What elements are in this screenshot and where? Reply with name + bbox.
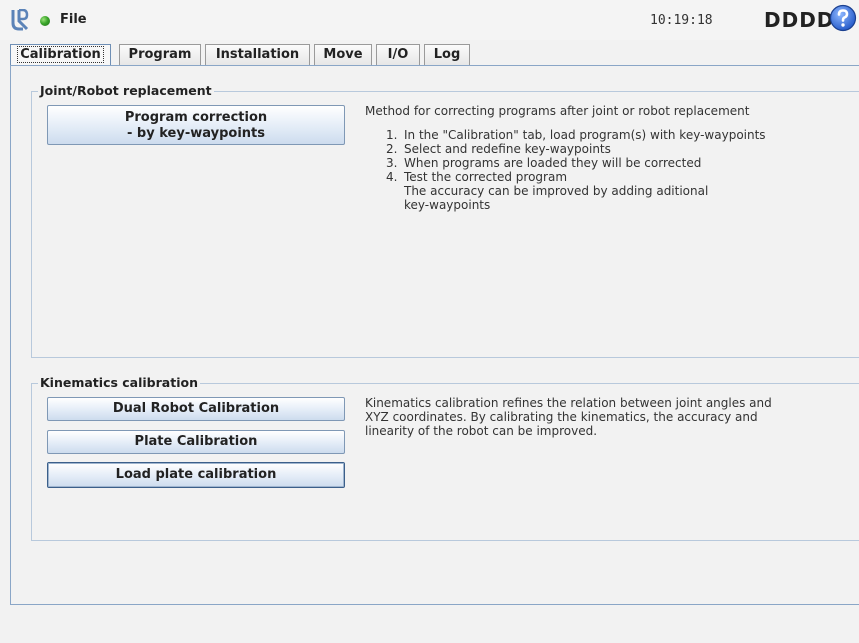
tab-move[interactable]: Move xyxy=(314,44,372,66)
tab-log[interactable]: Log xyxy=(424,44,470,66)
correction-steps-list: 1. In the "Calibration" tab, load program… xyxy=(386,128,856,212)
plate-calibration-button[interactable]: Plate Calibration xyxy=(47,430,345,454)
bottom-bar xyxy=(0,605,859,643)
calibration-panel: Joint/Robot replacement Program correcti… xyxy=(10,65,859,605)
button-label-line1: Program correction xyxy=(124,110,268,125)
list-item: 1. In the "Calibration" tab, load program… xyxy=(386,128,766,142)
file-menu[interactable]: File xyxy=(60,12,87,27)
top-bar: File 10:19:18 DDDD xyxy=(0,0,859,40)
program-correction-button[interactable]: Program correction - by key-waypoints xyxy=(47,105,345,145)
list-item: 2. Select and redefine key-waypoints xyxy=(386,142,611,156)
tab-installation[interactable]: Installation xyxy=(205,44,310,66)
program-correction-description: Method for correcting programs after joi… xyxy=(365,104,750,118)
list-item: 3. When programs are loaded they will be … xyxy=(386,156,702,170)
joint-robot-replacement-group: Joint/Robot replacement Program correcti… xyxy=(31,83,859,358)
button-label-line2: - by key-waypoints xyxy=(127,126,265,141)
kinematics-description: Kinematics calibration refines the relat… xyxy=(365,396,857,438)
ur-logo-icon xyxy=(11,9,29,31)
group-title: Kinematics calibration xyxy=(38,375,200,390)
clock: 10:19:18 xyxy=(650,13,713,28)
tab-program[interactable]: Program xyxy=(119,44,201,66)
load-plate-calibration-button[interactable]: Load plate calibration xyxy=(47,462,345,488)
accuracy-note-line2: key-waypoints xyxy=(404,198,491,212)
list-item: 4. Test the corrected program The accurac… xyxy=(386,170,856,212)
robot-name: DDDD xyxy=(764,8,835,32)
accuracy-note-line1: The accuracy can be improved by adding a… xyxy=(404,184,709,198)
tab-calibration[interactable]: Calibration xyxy=(10,44,111,67)
dual-robot-calibration-button[interactable]: Dual Robot Calibration xyxy=(47,397,345,421)
description-line2: XYZ coordinates. By calibrating the kine… xyxy=(365,410,758,424)
status-indicator-icon xyxy=(40,16,50,26)
group-title: Joint/Robot replacement xyxy=(38,83,214,98)
kinematics-calibration-group: Kinematics calibration Dual Robot Calibr… xyxy=(31,375,859,541)
question-circle-icon[interactable] xyxy=(829,4,857,32)
tab-io[interactable]: I/O xyxy=(376,44,420,66)
description-line1: Kinematics calibration refines the relat… xyxy=(365,396,772,410)
description-line3: linearity of the robot can be improved. xyxy=(365,424,598,438)
